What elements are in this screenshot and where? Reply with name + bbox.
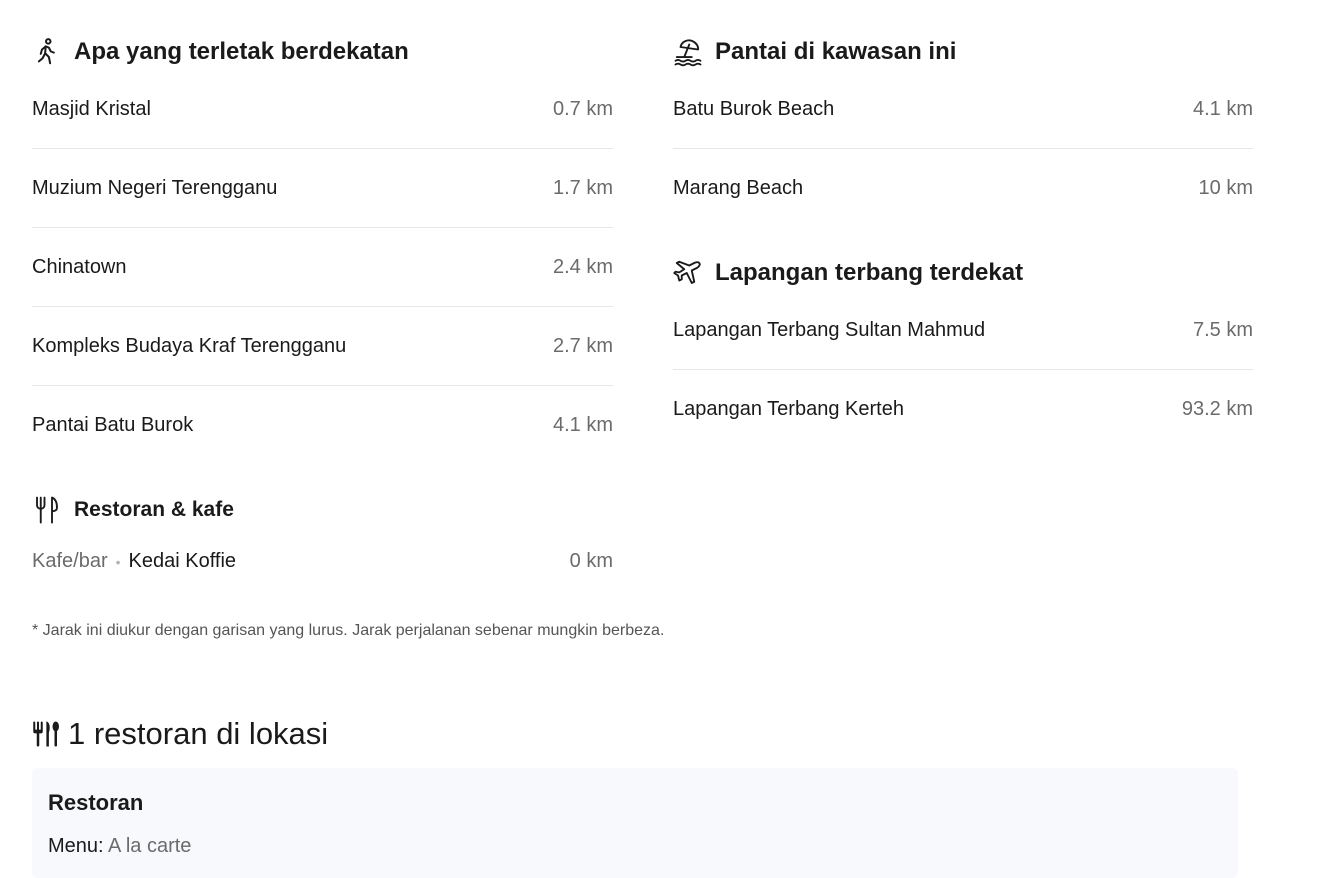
cutlery-icon	[33, 721, 59, 747]
beach-item: Batu Burok Beach 4.1 km	[673, 70, 1253, 149]
food-item: Kafe/bar • Kedai Koffie 0 km	[32, 534, 613, 588]
nearby-item-distance: 0.7 km	[552, 97, 613, 120]
food-section-header: Restoran & kafe	[32, 486, 613, 534]
food-item-name: Kedai Koffie	[128, 549, 237, 572]
airports-section-header: Lapangan terbang terdekat	[673, 249, 1253, 297]
restaurant-card: Restoran Menu: A la carte	[32, 768, 1238, 878]
nearby-item-distance: 2.4 km	[552, 255, 613, 278]
beach-item-distance: 4.1 km	[1192, 97, 1253, 120]
beach-item-name: Batu Burok Beach	[673, 97, 835, 120]
nearby-item: Muzium Negeri Terengganu 1.7 km	[32, 149, 613, 228]
fork-knife-icon	[32, 493, 66, 527]
airport-item-distance: 7.5 km	[1192, 318, 1253, 341]
restaurants-header: 1 restoran di lokasi	[32, 716, 328, 752]
nearby-item-name: Chinatown	[32, 255, 127, 278]
distance-note: * Jarak ini diukur dengan garisan yang l…	[32, 622, 665, 639]
beaches-airports-column: Pantai di kawasan ini Batu Burok Beach 4…	[673, 28, 1253, 448]
nearby-item-distance: 2.7 km	[552, 334, 613, 357]
restaurant-menu-value: A la carte	[108, 835, 192, 857]
nearby-title: Apa yang terletak berdekatan	[74, 38, 409, 65]
nearby-item-name: Pantai Batu Burok	[32, 413, 194, 436]
food-item-category: Kafe/bar	[32, 549, 108, 572]
airplane-icon	[673, 256, 707, 290]
beach-item: Marang Beach 10 km	[673, 149, 1253, 227]
airport-item-name: Lapangan Terbang Sultan Mahmud	[673, 318, 986, 341]
food-item-distance: 0 km	[569, 549, 613, 572]
beaches-section-header: Pantai di kawasan ini	[673, 28, 1253, 76]
beach-umbrella-icon	[673, 35, 707, 69]
restaurant-menu: Menu: A la carte	[48, 835, 191, 858]
nearby-item-distance: 4.1 km	[552, 413, 613, 436]
nearby-item-name: Kompleks Budaya Kraf Terengganu	[32, 334, 347, 357]
airport-item: Lapangan Terbang Kerteh 93.2 km	[673, 370, 1253, 448]
restaurants-heading: 1 restoran di lokasi	[68, 716, 329, 751]
airport-item-name: Lapangan Terbang Kerteh	[673, 397, 904, 420]
nearby-item: Masjid Kristal 0.7 km	[32, 70, 613, 149]
food-title: Restoran & kafe	[74, 498, 234, 521]
food-item-label: Kafe/bar • Kedai Koffie	[32, 550, 236, 573]
beach-item-name: Marang Beach	[673, 176, 804, 199]
nearby-item-name: Masjid Kristal	[32, 97, 151, 120]
airports-list: Lapangan Terbang Sultan Mahmud 7.5 km La…	[673, 291, 1253, 448]
nearby-section-header: Apa yang terletak berdekatan	[32, 28, 613, 76]
beach-item-distance: 10 km	[1198, 176, 1253, 199]
airport-item: Lapangan Terbang Sultan Mahmud 7.5 km	[673, 291, 1253, 370]
beaches-list: Batu Burok Beach 4.1 km Marang Beach 10 …	[673, 70, 1253, 227]
nearby-item-distance: 1.7 km	[552, 176, 613, 199]
nearby-column: Apa yang terletak berdekatan Masjid Kris…	[32, 28, 613, 588]
walking-person-icon	[32, 35, 66, 69]
airports-title: Lapangan terbang terdekat	[715, 259, 1024, 286]
nearby-item-name: Muzium Negeri Terengganu	[32, 176, 278, 199]
beaches-title: Pantai di kawasan ini	[715, 38, 957, 65]
nearby-list: Masjid Kristal 0.7 km Muzium Negeri Tere…	[32, 70, 613, 464]
restaurant-menu-label: Menu:	[48, 835, 104, 857]
nearby-item: Pantai Batu Burok 4.1 km	[32, 386, 613, 464]
nearby-item: Kompleks Budaya Kraf Terengganu 2.7 km	[32, 307, 613, 386]
separator-dot: •	[115, 553, 121, 570]
airport-item-distance: 93.2 km	[1181, 397, 1253, 420]
nearby-item: Chinatown 2.4 km	[32, 228, 613, 307]
restaurant-name: Restoran	[48, 790, 144, 815]
